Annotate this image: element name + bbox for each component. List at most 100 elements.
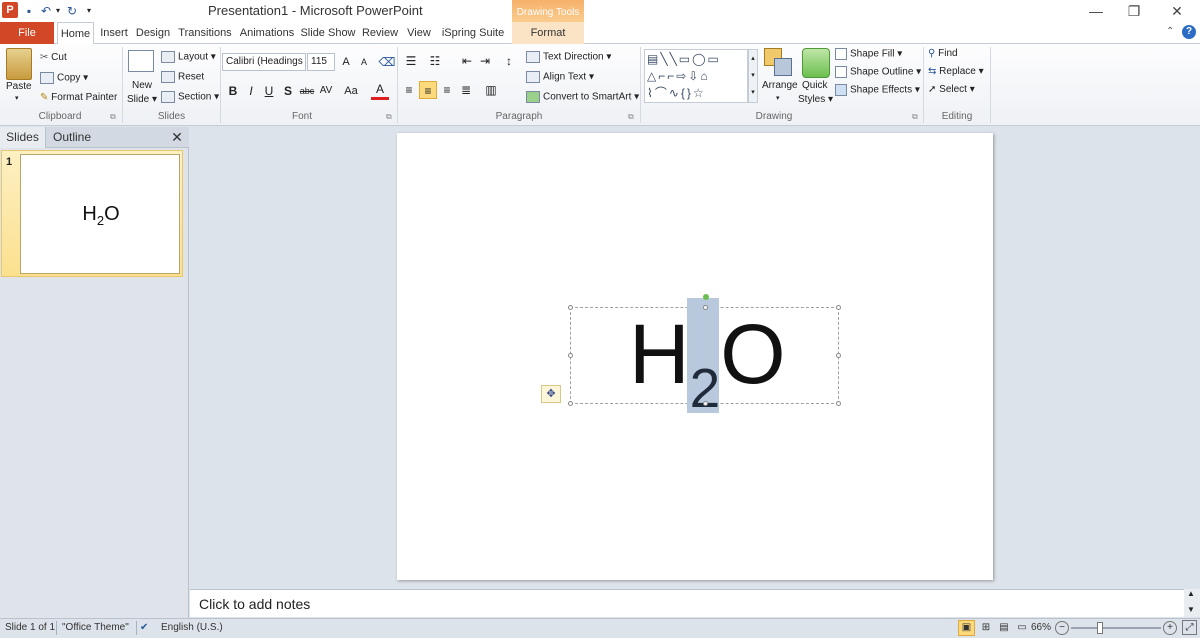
new-slide-icon[interactable]	[128, 50, 154, 72]
clipboard-launcher-icon[interactable]: ⧉	[110, 112, 116, 122]
collapse-ribbon-icon[interactable]: ⌃	[1166, 26, 1174, 37]
close-panel-icon[interactable]: ✕	[168, 127, 186, 148]
zoom-slider-thumb[interactable]	[1097, 622, 1103, 634]
shape-outline-button[interactable]: Shape Outline ▾	[835, 66, 921, 78]
tab-insert[interactable]: Insert	[97, 22, 131, 44]
customize-qat-icon[interactable]: ▾	[84, 2, 94, 20]
section-button[interactable]: Section ▾	[161, 91, 219, 103]
zoom-in-button[interactable]: +	[1163, 621, 1177, 635]
resize-handle-l[interactable]	[568, 353, 573, 358]
arrange-button[interactable]: Arrange	[762, 80, 798, 91]
character-spacing-button[interactable]: AV	[317, 82, 335, 100]
slide-sorter-icon[interactable]: ⊞	[978, 619, 994, 637]
paste-dropdown-icon[interactable]: ▾	[15, 94, 19, 102]
reading-view-icon[interactable]: ▤	[996, 619, 1012, 637]
line-spacing-icon[interactable]: ↕	[500, 52, 518, 70]
resize-handle-r[interactable]	[836, 353, 841, 358]
tab-outline-panel[interactable]: Outline	[47, 127, 97, 148]
reset-button[interactable]: Reset	[161, 71, 204, 83]
language-status[interactable]: English (U.S.)	[161, 619, 223, 637]
zoom-slider-track[interactable]	[1071, 627, 1161, 629]
theme-status[interactable]: "Office Theme"	[62, 619, 129, 637]
shapes-gallery-scroll[interactable]: ▴ ▾ ▾	[748, 49, 758, 103]
slide-thumbnail[interactable]: H2O	[20, 154, 180, 274]
resize-handle-t[interactable]	[703, 305, 708, 310]
resize-handle-b[interactable]	[703, 401, 708, 406]
normal-view-icon[interactable]: ▣	[958, 620, 975, 636]
shape-effects-button[interactable]: Shape Effects ▾	[835, 84, 920, 96]
tab-slide-show[interactable]: Slide Show	[300, 22, 356, 44]
bold-button[interactable]: B	[224, 82, 242, 100]
tab-slides-panel[interactable]: Slides	[0, 127, 46, 148]
shadow-button[interactable]: S	[279, 82, 297, 100]
select-button[interactable]: ➚ Select ▾	[928, 84, 975, 95]
save-icon[interactable]: ▪	[21, 2, 37, 20]
paragraph-launcher-icon[interactable]: ⧉	[628, 112, 634, 122]
arrange-dropdown-icon[interactable]: ▾	[776, 94, 780, 102]
fit-to-window-icon[interactable]: ⤢	[1182, 620, 1197, 635]
undo-dropdown-icon[interactable]: ▾	[54, 2, 62, 20]
format-painter-button[interactable]: ✎ Format Painter	[40, 92, 117, 103]
quick-styles-icon[interactable]	[802, 48, 830, 78]
columns-icon[interactable]: ▥	[482, 81, 500, 99]
spell-check-icon[interactable]: ✔	[140, 619, 148, 637]
tab-view[interactable]: View	[404, 22, 434, 44]
bullets-icon[interactable]: ☰	[402, 52, 420, 70]
convert-smartart-button[interactable]: Convert to SmartArt ▾	[526, 91, 639, 103]
shapes-row-1-icon[interactable]: ▤╲╲▭◯▭	[647, 51, 721, 67]
shrink-font-icon[interactable]: A	[355, 53, 373, 71]
cut-button[interactable]: ✂ Cut	[40, 52, 67, 63]
slide-show-icon[interactable]: ▭	[1014, 619, 1030, 637]
shapes-row-3-icon[interactable]: ⌇⌒∿{}☆	[647, 85, 706, 101]
change-case-button[interactable]: Aa	[342, 82, 360, 100]
scroll-down-icon[interactable]: ▼	[1187, 605, 1195, 614]
tab-design[interactable]: Design	[134, 22, 172, 44]
resize-handle-tl[interactable]	[568, 305, 573, 310]
tab-review[interactable]: Review	[360, 22, 400, 44]
font-size-dropdown[interactable]: 115	[307, 53, 335, 71]
resize-handle-tr[interactable]	[836, 305, 841, 310]
align-center-icon[interactable]: ≡	[419, 81, 437, 99]
layout-button[interactable]: Layout ▾	[161, 51, 216, 63]
resize-handle-br[interactable]	[836, 401, 841, 406]
font-name-dropdown[interactable]: Calibri (Headings	[222, 53, 306, 71]
new-slide-label-1[interactable]: New	[132, 80, 152, 91]
tab-format[interactable]: Format	[512, 22, 584, 44]
italic-button[interactable]: I	[242, 82, 260, 100]
find-button[interactable]: ⚲ Find	[928, 48, 958, 59]
align-left-icon[interactable]: ≡	[400, 81, 418, 99]
increase-indent-icon[interactable]: ⇥	[476, 52, 494, 70]
quick-styles-label-1[interactable]: Quick	[802, 80, 828, 91]
help-icon[interactable]: ?	[1182, 25, 1196, 39]
powerpoint-app-icon[interactable]: P	[2, 2, 18, 18]
quick-styles-button[interactable]: Styles ▾	[798, 94, 833, 105]
notes-pane[interactable]: Click to add notes	[190, 589, 1184, 617]
underline-button[interactable]: U	[260, 82, 278, 100]
decrease-indent-icon[interactable]: ⇤	[458, 52, 476, 70]
tab-transitions[interactable]: Transitions	[177, 22, 233, 44]
notes-scrollbar[interactable]: ▲ ▼	[1184, 589, 1200, 617]
tab-file[interactable]: File	[0, 22, 54, 44]
copy-button[interactable]: Copy ▾	[40, 72, 88, 84]
paste-button[interactable]: Paste	[6, 81, 32, 92]
grow-font-icon[interactable]: A	[337, 53, 355, 71]
numbering-icon[interactable]: ☷	[426, 52, 444, 70]
tab-ispring[interactable]: iSpring Suite 9	[438, 22, 508, 61]
font-color-button[interactable]: A	[371, 80, 389, 100]
paste-icon[interactable]	[6, 48, 32, 80]
shapes-gallery[interactable]: ▤╲╲▭◯▭ △⌐⌐⇨⇩⌂ ⌇⌒∿{}☆	[644, 49, 748, 103]
redo-icon[interactable]: ↻	[64, 2, 80, 20]
close-window-icon[interactable]: ✕	[1158, 0, 1196, 22]
selected-text-box[interactable]: H2O	[568, 294, 841, 419]
restore-icon[interactable]: ❐	[1115, 0, 1153, 22]
autofit-options-icon[interactable]: ✥	[541, 385, 561, 403]
shapes-row-2-icon[interactable]: △⌐⌐⇨⇩⌂	[647, 68, 710, 84]
notes-placeholder[interactable]: Click to add notes	[199, 596, 310, 612]
rotation-handle[interactable]	[703, 294, 709, 300]
align-text-button[interactable]: Align Text ▾	[526, 71, 594, 83]
drawing-launcher-icon[interactable]: ⧉	[912, 112, 918, 122]
arrange-icon[interactable]	[764, 48, 794, 78]
resize-handle-bl[interactable]	[568, 401, 573, 406]
tab-home[interactable]: Home	[57, 22, 94, 45]
tab-animations[interactable]: Animations	[238, 22, 296, 44]
